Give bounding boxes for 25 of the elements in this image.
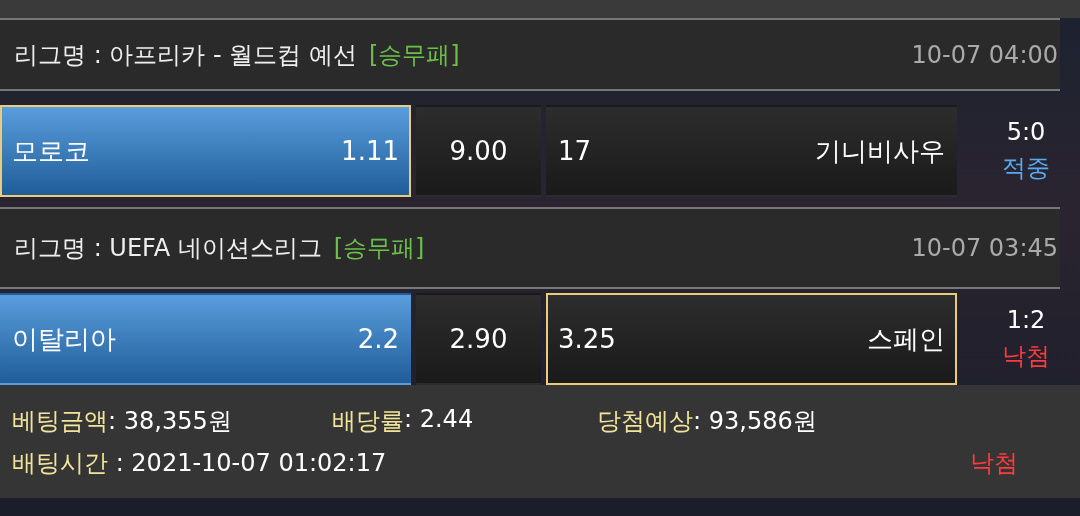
bet-time-label: 배팅시간	[12, 447, 108, 479]
summary-label: 베팅금액	[12, 405, 108, 437]
match-score: 1:2	[1006, 306, 1046, 334]
match-score: 5:0	[1006, 118, 1046, 146]
home-odds-button[interactable]: 이탈리아 2.2	[0, 293, 411, 385]
league-name: 리그명 : UEFA 네이션스리그	[14, 233, 322, 264]
result-status: 적중	[1002, 153, 1050, 184]
market-type: [승무패]	[333, 233, 425, 264]
bet-time-value: : 2021-10-07 01:02:17	[114, 448, 387, 477]
summary-label: 당첨예상	[597, 405, 693, 437]
summary-value: : 2.44	[404, 404, 474, 435]
draw-odds-button[interactable]: 9.00	[416, 105, 541, 197]
away-odds-button[interactable]: 3.25 스페인	[546, 293, 957, 385]
draw-odds-button[interactable]: 2.90	[416, 293, 541, 385]
home-odds-button[interactable]: 모로코 1.11	[0, 105, 411, 197]
market-type: [승무패]	[368, 39, 460, 71]
summary-value: : 93,586원	[693, 405, 817, 437]
result-status: 낙첨	[1002, 341, 1050, 372]
bet-result-status: 낙첨	[970, 447, 1018, 479]
away-odds-button[interactable]: 17 기니비사우	[546, 105, 957, 197]
summary-value: : 38,355원	[108, 405, 232, 437]
match-time: 10-07 03:45	[911, 234, 1058, 262]
match-time: 10-07 04:00	[911, 40, 1058, 69]
league-name: 리그명 : 아프리카 - 월드컵 예선	[14, 39, 357, 71]
summary-label: 배당률	[332, 405, 404, 437]
